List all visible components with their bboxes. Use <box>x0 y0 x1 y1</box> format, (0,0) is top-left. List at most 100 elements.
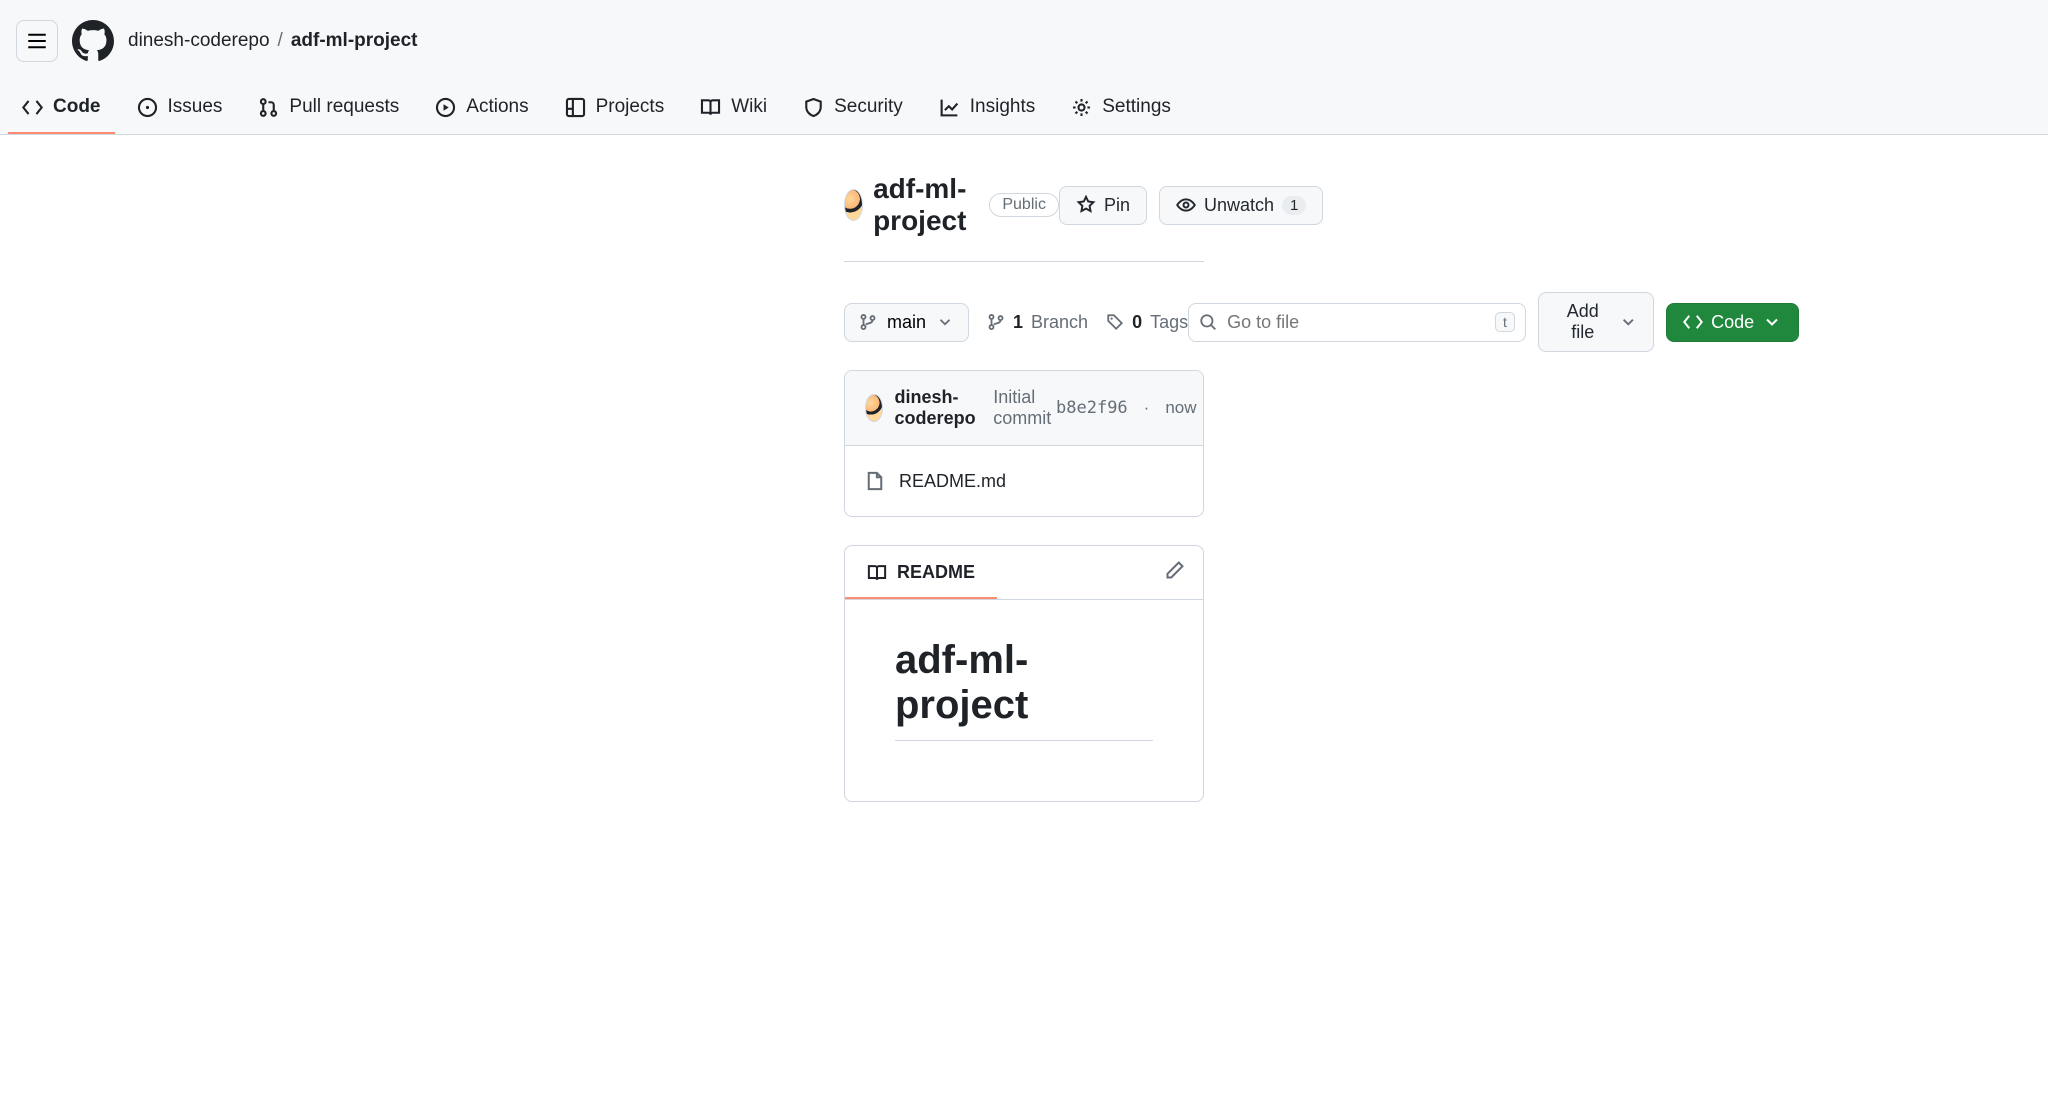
breadcrumb-owner-link[interactable]: dinesh-coderepo <box>128 30 270 52</box>
github-logo[interactable] <box>72 20 114 62</box>
commit-author-avatar[interactable] <box>865 394 883 422</box>
top-bar: dinesh-coderepo / adf-ml-project <box>0 0 2048 82</box>
file-icon <box>865 471 885 491</box>
tab-pull-requests[interactable]: Pull requests <box>244 82 413 134</box>
github-mark-icon <box>72 20 114 62</box>
file-name-cell: README.md <box>865 471 1204 492</box>
repo-actions: Pin Unwatch 1 <box>1059 186 1323 225</box>
code-button[interactable]: Code <box>1666 303 1799 342</box>
gear-icon <box>1071 97 1092 118</box>
tab-settings-label: Settings <box>1102 96 1171 118</box>
tab-issues[interactable]: Issues <box>123 82 237 134</box>
branch-icon <box>987 313 1005 331</box>
eye-icon <box>1176 195 1196 215</box>
book-icon <box>867 563 887 583</box>
unwatch-button[interactable]: Unwatch 1 <box>1159 186 1323 225</box>
repo-name[interactable]: adf-ml-project <box>873 173 979 237</box>
go-to-file-input[interactable] <box>1227 312 1485 333</box>
file-row: README.md Initial commit now <box>845 446 1203 516</box>
repo-nav-tabs: Code Issues Pull requests Actions Projec… <box>0 82 2048 135</box>
pin-label: Pin <box>1104 195 1130 216</box>
issues-icon <box>137 97 158 118</box>
latest-commit-row: dinesh-coderepo Initial commit b8e2f96 ·… <box>845 371 1203 446</box>
tab-insights-label: Insights <box>970 96 1035 118</box>
shield-icon <box>803 97 824 118</box>
pin-button[interactable]: Pin <box>1059 186 1147 225</box>
code-icon <box>1683 312 1703 332</box>
owner-avatar[interactable] <box>844 189 863 221</box>
main-container: adf-ml-project Public Pin Unwatch 1 main <box>294 135 1754 822</box>
book-icon <box>700 97 721 118</box>
tab-insights[interactable]: Insights <box>925 82 1049 134</box>
readme-tab-label: README <box>897 562 975 583</box>
commit-left: dinesh-coderepo Initial commit <box>865 387 1056 429</box>
pull-request-icon <box>258 97 279 118</box>
edit-readme-button[interactable] <box>1147 548 1203 597</box>
search-shortcut-key: t <box>1495 312 1515 332</box>
controls-right: t Add file Code <box>1188 292 1799 352</box>
tag-count: 0 <box>1132 312 1142 333</box>
branch-count-label: Branch <box>1031 312 1088 333</box>
actions-icon <box>435 97 456 118</box>
tab-actions-label: Actions <box>466 96 528 118</box>
breadcrumb-repo[interactable]: adf-ml-project <box>291 30 418 52</box>
branches-link[interactable]: 1 Branch <box>987 312 1088 333</box>
caret-down-icon <box>1762 312 1782 332</box>
repo-header: adf-ml-project Public Pin Unwatch 1 <box>844 155 1204 262</box>
code-icon <box>22 97 43 118</box>
tag-icon <box>1106 313 1124 331</box>
pencil-icon <box>1165 560 1185 580</box>
tab-issues-label: Issues <box>168 96 223 118</box>
tab-code[interactable]: Code <box>8 82 115 134</box>
tab-security[interactable]: Security <box>789 82 917 134</box>
repo-title-group: adf-ml-project Public <box>844 173 1059 237</box>
tab-code-label: Code <box>53 96 101 118</box>
tab-projects-label: Projects <box>596 96 665 118</box>
branch-count: 1 <box>1013 312 1023 333</box>
controls-left: main 1 Branch 0 Tags <box>844 303 1188 342</box>
hamburger-menu-button[interactable] <box>16 20 58 62</box>
commit-time: now <box>1165 398 1196 418</box>
projects-icon <box>565 97 586 118</box>
breadcrumb: dinesh-coderepo / adf-ml-project <box>128 30 418 52</box>
branch-icon <box>859 313 877 331</box>
readme-box: README adf-ml-project <box>844 545 1204 802</box>
tab-projects[interactable]: Projects <box>551 82 679 134</box>
tags-link[interactable]: 0 Tags <box>1106 312 1188 333</box>
tab-pr-label: Pull requests <box>289 96 399 118</box>
file-listing-box: dinesh-coderepo Initial commit b8e2f96 ·… <box>844 370 1204 517</box>
tab-security-label: Security <box>834 96 903 118</box>
breadcrumb-separator: / <box>278 30 283 52</box>
tab-wiki-label: Wiki <box>731 96 767 118</box>
search-icon <box>1199 313 1217 331</box>
commit-message-link[interactable]: Initial commit <box>993 387 1056 429</box>
branch-name: main <box>887 312 926 333</box>
graph-icon <box>939 97 960 118</box>
caret-down-icon <box>936 313 954 331</box>
readme-tab[interactable]: README <box>845 546 997 599</box>
tag-count-label: Tags <box>1150 312 1188 333</box>
tab-actions[interactable]: Actions <box>421 82 542 134</box>
visibility-badge: Public <box>989 193 1059 217</box>
go-to-file-search[interactable]: t <box>1188 303 1526 342</box>
file-name-link[interactable]: README.md <box>899 471 1006 492</box>
add-file-label: Add file <box>1555 301 1611 343</box>
watch-count: 1 <box>1282 196 1306 215</box>
readme-heading: adf-ml-project <box>895 638 1153 741</box>
hamburger-icon <box>27 31 47 51</box>
readme-tab-bar: README <box>845 546 1203 600</box>
add-file-button[interactable]: Add file <box>1538 292 1654 352</box>
commit-dot-separator: · <box>1144 398 1150 418</box>
commit-right: b8e2f96 · now 1 Commit <box>1056 398 1204 418</box>
controls-row: main 1 Branch 0 Tags t Add file <box>844 262 1204 370</box>
tab-wiki[interactable]: Wiki <box>686 82 781 134</box>
branch-selector-button[interactable]: main <box>844 303 969 342</box>
readme-body: adf-ml-project <box>845 600 1203 801</box>
commit-sha-link[interactable]: b8e2f96 <box>1056 398 1128 418</box>
caret-down-icon <box>1619 312 1638 332</box>
tab-settings[interactable]: Settings <box>1057 82 1185 134</box>
unwatch-label: Unwatch <box>1204 195 1274 216</box>
commit-author-link[interactable]: dinesh-coderepo <box>895 387 982 429</box>
pin-icon <box>1076 195 1096 215</box>
code-button-label: Code <box>1711 312 1754 333</box>
